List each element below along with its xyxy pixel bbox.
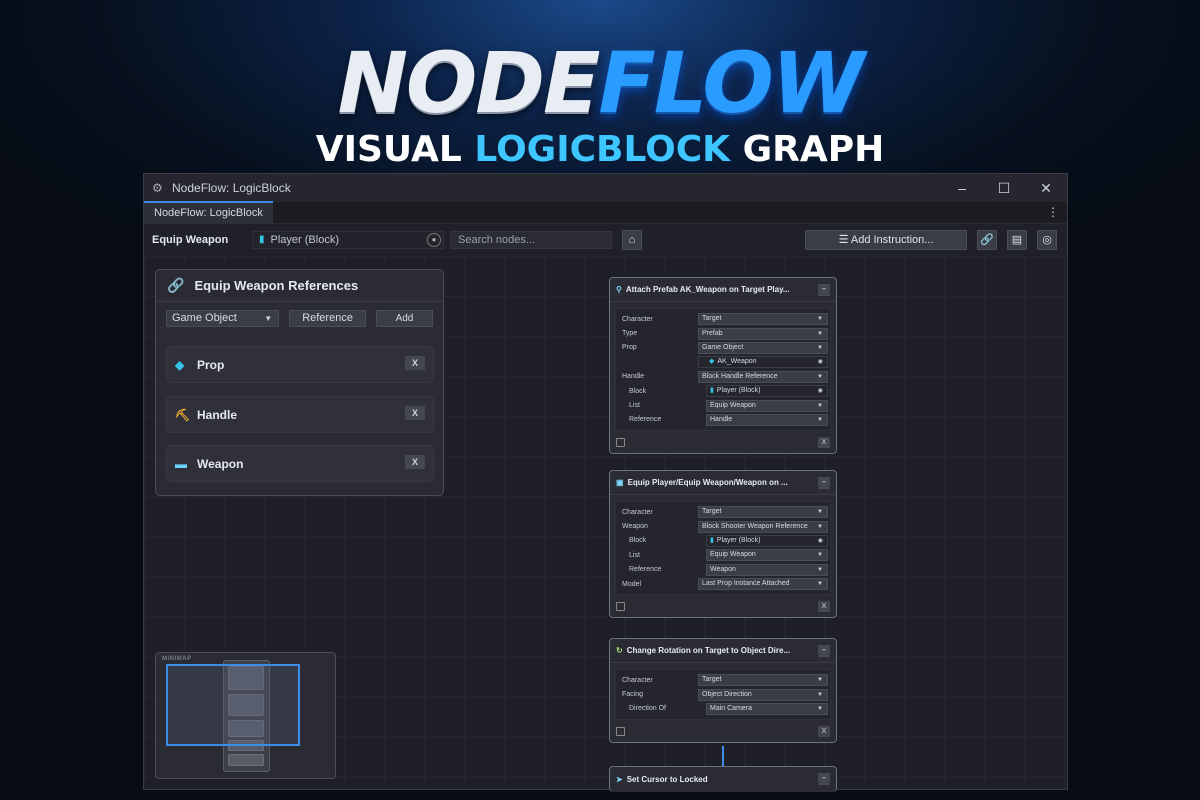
title-bar: ⚙ NodeFlow: LogicBlock – ☐ ✕ — [144, 174, 1067, 202]
character-select[interactable]: Target ▼ — [698, 313, 828, 326]
block-object-field[interactable]: ▮ Player (Block) ◉ — [706, 534, 828, 547]
weapon-icon: ▣ — [616, 478, 624, 487]
delete-node-button[interactable]: X — [818, 437, 830, 449]
cursor-icon: ➤ — [616, 774, 623, 784]
reference-item-prop[interactable]: ◆ Prop X — [166, 346, 434, 383]
focus-icon[interactable]: ◎ — [1037, 230, 1057, 250]
delete-node-button[interactable]: X — [818, 601, 830, 613]
collapse-icon[interactable]: – — [818, 645, 830, 657]
minimap[interactable]: MINIMAP — [155, 652, 336, 779]
remove-button[interactable]: X — [405, 455, 425, 469]
direction-of-select[interactable]: Main Camera ▼ — [706, 702, 828, 715]
character-select[interactable]: Target ▼ — [698, 506, 828, 519]
delete-node-button[interactable]: X — [818, 726, 830, 738]
cube-icon: ◆ — [709, 358, 715, 366]
cube-icon: ◆ — [175, 357, 185, 372]
attach-icon: ⚲ — [616, 285, 622, 294]
window-title: NodeFlow: LogicBlock — [172, 181, 291, 195]
toolbar: Equip Weapon ▮ Player (Block) ● Search n… — [144, 224, 1067, 256]
close-button[interactable]: ✕ — [1025, 180, 1067, 197]
node-set-cursor[interactable]: ➤ Set Cursor to Locked – — [609, 766, 837, 792]
reference-select[interactable]: Handle ▼ — [706, 413, 828, 426]
list-select[interactable]: Equip Weapon ▼ — [706, 549, 828, 562]
minimize-button[interactable]: – — [941, 180, 983, 197]
collapse-icon[interactable]: – — [818, 773, 830, 785]
tab-bar: NodeFlow: LogicBlock ⋮ — [144, 201, 1067, 224]
add-instruction-button[interactable]: ☰ Add Instruction... — [805, 230, 967, 250]
tab-nodeflow[interactable]: NodeFlow: LogicBlock — [144, 201, 273, 223]
gun-icon: ▬ — [175, 456, 187, 471]
character-select[interactable]: Target ▼ — [698, 674, 828, 687]
references-panel: 🔗 Equip Weapon References Game Object ▼ R… — [155, 269, 444, 496]
object-field[interactable]: ▮ Player (Block) ● — [252, 231, 444, 249]
logo: NODEFLOW — [337, 34, 865, 132]
link-icon[interactable]: 🔗 — [977, 230, 997, 250]
facing-select[interactable]: Object Direction ▼ — [698, 688, 828, 701]
app-icon: ⚙ — [152, 181, 163, 195]
collapse-icon[interactable]: – — [818, 284, 830, 296]
handle-select[interactable]: Block Handle Reference ▼ — [698, 370, 828, 383]
graph-name: Equip Weapon — [152, 234, 229, 246]
graph-canvas[interactable]: 🔗 Equip Weapon References Game Object ▼ R… — [144, 256, 1067, 792]
node-connector — [722, 746, 724, 766]
copy-icon[interactable] — [616, 602, 625, 612]
pickaxe-icon: ⛏ — [175, 407, 191, 422]
copy-icon[interactable] — [616, 438, 625, 448]
collapse-icon[interactable]: – — [818, 477, 830, 489]
reference-item-weapon[interactable]: ▬ Weapon X — [166, 445, 434, 482]
remove-button[interactable]: X — [405, 356, 425, 370]
editor-window: ⚙ NodeFlow: LogicBlock – ☐ ✕ NodeFlow: L… — [143, 173, 1068, 792]
node-change-rotation[interactable]: ↻ Change Rotation on Target to Object Di… — [609, 638, 837, 744]
reference-item-handle[interactable]: ⛏ Handle X — [166, 396, 434, 433]
reference-field[interactable]: Reference — [289, 310, 366, 327]
search-input[interactable]: Search nodes... — [450, 231, 612, 249]
list-select[interactable]: Equip Weapon ▼ — [706, 399, 828, 412]
remove-button[interactable]: X — [405, 406, 425, 420]
minimap-viewport[interactable] — [166, 664, 300, 746]
maximize-button[interactable]: ☐ — [983, 180, 1025, 197]
model-select[interactable]: Last Prop Instance Attached ▼ — [698, 578, 828, 591]
file-icon: ▮ — [259, 234, 265, 245]
home-button[interactable]: ⌂ — [622, 230, 642, 250]
weapon-select[interactable]: Block Shooter Weapon Reference ▼ — [698, 520, 828, 533]
target-picker-icon[interactable]: ● — [427, 233, 441, 247]
hero-banner: NODEFLOW VISUAL LOGICBLOCK GRAPH — [0, 38, 1200, 170]
reference-select[interactable]: Weapon ▼ — [706, 563, 828, 576]
block-object-field[interactable]: ▮ Player (Block) ◉ — [706, 385, 828, 398]
note-icon[interactable]: ▤ — [1007, 230, 1027, 250]
reference-type-select[interactable]: Game Object ▼ — [166, 310, 280, 327]
file-icon: ▮ — [710, 536, 714, 544]
node-attach-prefab[interactable]: ⚲ Attach Prefab AK_Weapon on Target Play… — [609, 277, 837, 455]
type-select[interactable]: Prefab ▼ — [698, 327, 828, 340]
rotate-icon: ↻ — [616, 646, 623, 655]
file-icon: ▮ — [710, 387, 714, 395]
more-options-icon[interactable]: ⋮ — [1047, 205, 1059, 219]
prefab-object-field[interactable]: ◆ AK_Weapon ◉ — [698, 356, 828, 369]
node-equip-weapon[interactable]: ▣ Equip Player/Equip Weapon/Weapon on ..… — [609, 470, 837, 619]
hero-subtitle: VISUAL LOGICBLOCK GRAPH — [315, 129, 885, 170]
add-reference-button[interactable]: Add — [375, 310, 433, 327]
copy-icon[interactable] — [616, 727, 625, 737]
link-icon: 🔗 — [167, 277, 185, 293]
references-header: 🔗 Equip Weapon References — [156, 270, 443, 302]
minimap-node — [228, 754, 264, 766]
prop-select[interactable]: Game Object ▼ — [698, 341, 828, 354]
